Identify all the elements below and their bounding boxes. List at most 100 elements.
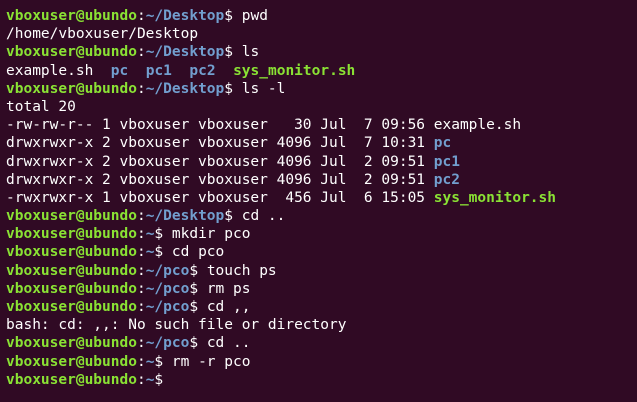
prompt-path: ~/pco <box>145 280 190 297</box>
command-text: pwd <box>241 8 268 24</box>
output-text: /home/vboxuser/Desktop <box>6 26 199 43</box>
prompt-colon: : <box>136 371 146 388</box>
prompt-line: vboxuser@ubundo:~/Desktop$ cd .. <box>6 207 637 225</box>
output-text: example.sh <box>433 117 522 134</box>
prompt-path: ~/Desktop <box>145 44 225 61</box>
prompt-line: vboxuser@ubundo:~$ mkdir pco <box>6 225 637 243</box>
prompt-colon: : <box>136 244 146 261</box>
prompt-user: vboxuser@ubundo <box>6 371 137 388</box>
prompt-path: ~/Desktop <box>145 8 225 24</box>
prompt-symbol: $ <box>189 299 207 315</box>
output-text: -rwxrwxr-x 1 vboxuser vboxuser 456 Jul 6… <box>6 189 434 206</box>
command-text: cd pco <box>171 244 225 261</box>
prompt-colon: : <box>136 80 146 97</box>
prompt-user: vboxuser@ubundo <box>6 244 137 261</box>
output-text: drwxrwxr-x 2 vboxuser vboxuser 4096 Jul … <box>6 135 434 152</box>
output-line: total 20 <box>6 98 637 116</box>
prompt-colon: : <box>136 299 146 315</box>
command-text: rm ps <box>206 280 251 297</box>
prompt-colon: : <box>136 8 146 24</box>
prompt-symbol: $ <box>154 244 172 261</box>
output-text: total 20 <box>6 98 76 115</box>
output-line: drwxrwxr-x 2 vboxuser vboxuser 4096 Jul … <box>6 134 637 152</box>
directory-name: pc <box>110 62 129 79</box>
prompt-path: ~/pco <box>145 335 190 352</box>
command-text: cd .. <box>241 208 286 225</box>
prompt-symbol: $ <box>154 226 172 243</box>
terminal-window[interactable]: vboxuser@ubundo:~/Desktop$ pwd/home/vbox… <box>0 0 637 402</box>
prompt-user: vboxuser@ubundo <box>6 226 137 243</box>
executable-name: sys_monitor.sh <box>233 62 356 79</box>
prompt-user: vboxuser@ubundo <box>6 299 137 315</box>
directory-name: pc <box>433 135 452 152</box>
prompt-symbol: $ <box>189 262 207 279</box>
prompt-symbol: $ <box>154 371 172 388</box>
prompt-path: ~/Desktop <box>145 208 225 225</box>
output-line: -rwxrwxr-x 1 vboxuser vboxuser 456 Jul 6… <box>6 189 637 207</box>
prompt-line: vboxuser@ubundo:~$ <box>6 371 637 389</box>
prompt-line: vboxuser@ubundo:~/Desktop$ pwd <box>6 7 637 25</box>
command-text: cd ,, <box>206 299 251 315</box>
prompt-line: vboxuser@ubundo:~/Desktop$ ls -l <box>6 80 637 98</box>
directory-name: pc1 <box>145 62 172 79</box>
output-line: drwxrwxr-x 2 vboxuser vboxuser 4096 Jul … <box>6 153 637 171</box>
command-text: touch ps <box>206 262 277 279</box>
prompt-symbol: $ <box>224 44 242 61</box>
prompt-colon: : <box>136 44 146 61</box>
command-text: ls <box>241 44 260 61</box>
prompt-symbol: $ <box>189 335 207 352</box>
prompt-symbol: $ <box>224 208 242 225</box>
output-line: -rw-rw-r-- 1 vboxuser vboxuser 30 Jul 7 … <box>6 116 637 134</box>
output-text: drwxrwxr-x 2 vboxuser vboxuser 4096 Jul … <box>6 153 434 170</box>
output-line: bash: cd: ,,: No such file or directory <box>6 316 637 334</box>
prompt-path: ~/pco <box>145 262 190 279</box>
command-text: rm -r pco <box>171 353 251 370</box>
prompt-symbol: $ <box>224 8 242 24</box>
prompt-line: vboxuser@ubundo:~/pco$ cd ,, <box>6 298 637 316</box>
output-text: example.sh <box>6 62 94 79</box>
output-line: /home/vboxuser/Desktop <box>6 25 637 43</box>
command-text: mkdir pco <box>171 226 251 243</box>
prompt-line: vboxuser@ubundo:~/pco$ cd .. <box>6 334 637 352</box>
output-line: drwxrwxr-x 2 vboxuser vboxuser 4096 Jul … <box>6 171 637 189</box>
prompt-colon: : <box>136 335 146 352</box>
prompt-user: vboxuser@ubundo <box>6 262 137 279</box>
prompt-line: vboxuser@ubundo:~/Desktop$ ls <box>6 43 637 61</box>
prompt-user: vboxuser@ubundo <box>6 8 137 24</box>
prompt-line: vboxuser@ubundo:~$ cd pco <box>6 243 637 261</box>
text-cursor[interactable] <box>172 371 181 387</box>
directory-name: pc2 <box>433 171 460 188</box>
prompt-user: vboxuser@ubundo <box>6 208 137 225</box>
prompt-user: vboxuser@ubundo <box>6 353 137 370</box>
command-text: cd .. <box>206 335 251 352</box>
executable-name: sys_monitor.sh <box>433 189 556 206</box>
prompt-user: vboxuser@ubundo <box>6 44 137 61</box>
prompt-user: vboxuser@ubundo <box>6 280 137 297</box>
prompt-colon: : <box>136 226 146 243</box>
prompt-symbol: $ <box>224 80 242 97</box>
prompt-symbol: $ <box>189 280 207 297</box>
prompt-line: vboxuser@ubundo:~$ rm -r pco <box>6 353 637 371</box>
output-line: example.sh pc pc1 pc2 sys_monitor.sh <box>6 62 637 80</box>
output-text: -rw-rw-r-- 1 vboxuser vboxuser 30 Jul 7 … <box>6 117 434 134</box>
output-text: drwxrwxr-x 2 vboxuser vboxuser 4096 Jul … <box>6 171 434 188</box>
prompt-colon: : <box>136 208 146 225</box>
directory-name: pc2 <box>189 62 216 79</box>
prompt-symbol: $ <box>154 353 172 370</box>
prompt-line: vboxuser@ubundo:~/pco$ touch ps <box>6 262 637 280</box>
command-text: ls -l <box>241 80 286 97</box>
prompt-colon: : <box>136 262 146 279</box>
prompt-colon: : <box>136 280 146 297</box>
prompt-user: vboxuser@ubundo <box>6 80 137 97</box>
prompt-line: vboxuser@ubundo:~/pco$ rm ps <box>6 280 637 298</box>
prompt-user: vboxuser@ubundo <box>6 335 137 352</box>
directory-name: pc1 <box>433 153 460 170</box>
prompt-path: ~/Desktop <box>145 80 225 97</box>
output-text: bash: cd: ,,: No such file or directory <box>6 317 347 334</box>
prompt-path: ~/pco <box>145 299 190 315</box>
prompt-colon: : <box>136 353 146 370</box>
